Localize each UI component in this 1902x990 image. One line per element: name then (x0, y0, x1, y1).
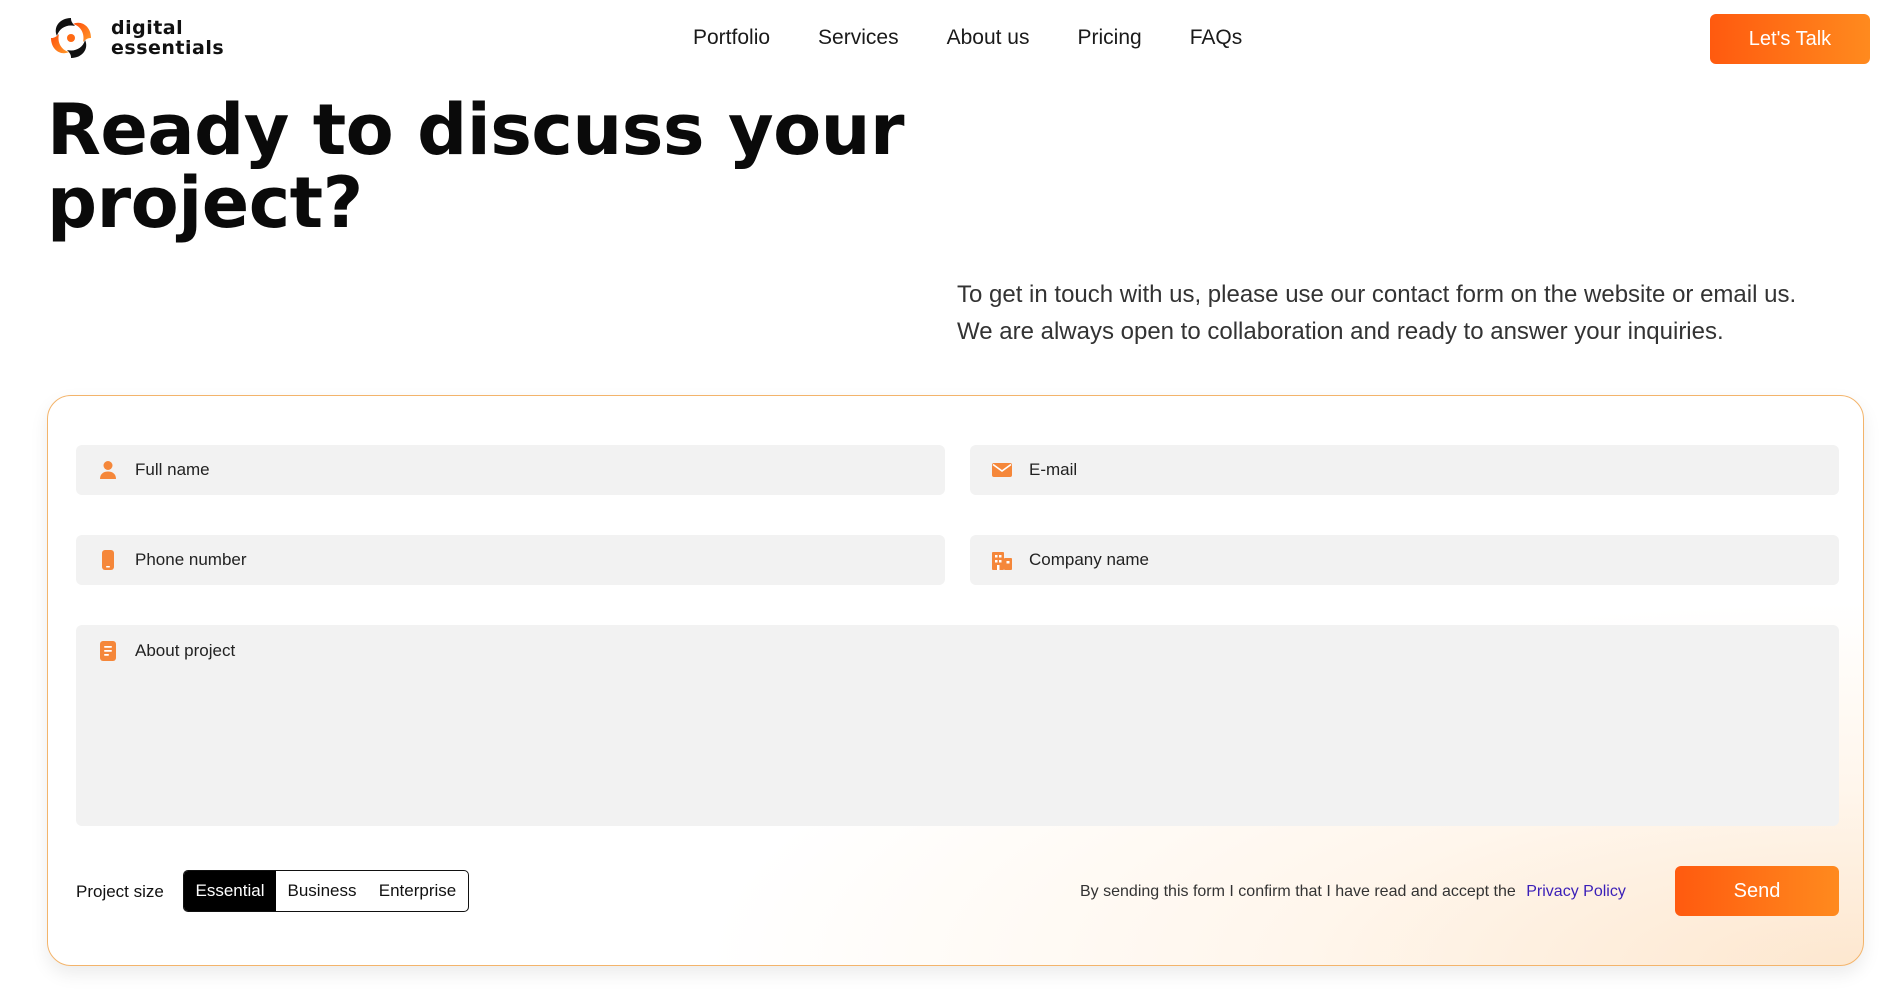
phone-icon (102, 550, 114, 570)
nav-services[interactable]: Services (818, 26, 899, 50)
email-field[interactable]: E-mail (970, 445, 1839, 495)
intro-line-1: To get in touch with us, please use our … (957, 281, 1797, 308)
project-size-label: Project size (76, 882, 164, 901)
privacy-policy-link[interactable]: Privacy Policy (1526, 883, 1626, 900)
logo-line-1: digital (111, 17, 184, 39)
nav-faqs[interactable]: FAQs (1190, 26, 1243, 50)
document-icon (100, 641, 116, 661)
phone-placeholder: Phone number (135, 550, 247, 569)
full-name-field[interactable]: Full name (76, 445, 945, 495)
title-line-1: Ready to discuss your (47, 89, 905, 171)
nav-about-us[interactable]: About us (947, 26, 1030, 50)
mail-icon (992, 463, 1012, 477)
consent-text: By sending this form I confirm that I ha… (1080, 883, 1516, 900)
intro-line-2: We are always open to collaboration and … (957, 318, 1724, 345)
size-option-enterprise[interactable]: Enterprise (368, 871, 467, 911)
size-option-essential[interactable]: Essential (184, 871, 276, 911)
nav-portfolio[interactable]: Portfolio (693, 26, 770, 50)
logo-swirl-icon (51, 18, 91, 58)
main-nav: Portfolio Services About us Pricing FAQs (693, 26, 1242, 50)
logo-line-2: essentials (111, 37, 225, 59)
consent-notice: By sending this form I confirm that I ha… (1080, 883, 1626, 901)
about-project-placeholder: About project (135, 641, 236, 660)
email-placeholder: E-mail (1029, 460, 1078, 479)
contact-form: Full name E-mail Phone number Company na… (47, 395, 1864, 966)
user-icon (100, 461, 116, 479)
project-size-toggle: Essential Business Enterprise (183, 870, 469, 912)
company-placeholder: Company name (1029, 550, 1150, 569)
full-name-placeholder: Full name (135, 460, 210, 479)
phone-field[interactable]: Phone number (76, 535, 945, 585)
send-button[interactable]: Send (1675, 866, 1839, 916)
title-line-2: project? (47, 162, 363, 244)
logo[interactable]: digital essentials (47, 14, 224, 62)
about-project-textarea[interactable]: About project (76, 625, 1839, 826)
nav-pricing[interactable]: Pricing (1077, 26, 1141, 50)
lets-talk-button[interactable]: Let's Talk (1710, 14, 1870, 64)
company-field[interactable]: Company name (970, 535, 1839, 585)
intro-text: To get in touch with us, please use our … (957, 276, 1857, 350)
size-option-business[interactable]: Business (276, 871, 368, 911)
page-title: Ready to discuss your project? (47, 94, 947, 240)
building-icon (992, 552, 1012, 570)
contact-page: digital essentials Portfolio Services Ab… (0, 0, 1902, 990)
logo-text: digital essentials (111, 18, 224, 58)
